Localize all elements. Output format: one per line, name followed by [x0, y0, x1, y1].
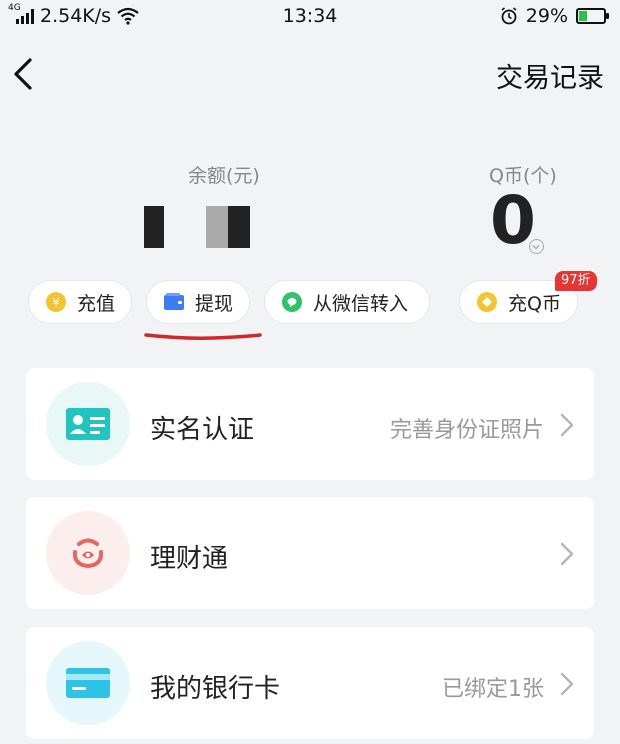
svg-text:¥: ¥	[52, 296, 60, 310]
list-item-detail: 已绑定1张	[442, 677, 544, 702]
id-card-icon-circle	[46, 382, 130, 466]
transaction-history-link[interactable]: 交易记录	[496, 56, 604, 95]
recharge-button[interactable]: ¥ 充值	[28, 280, 132, 324]
battery-icon	[576, 8, 609, 24]
redaction-block	[228, 206, 250, 248]
list-item-real-name-verification[interactable]: 实名认证 完善身份证照片	[26, 368, 594, 480]
recharge-label: 充值	[77, 292, 116, 315]
wechat-pay-icon	[282, 292, 302, 312]
list-item-title: 理财通	[150, 544, 229, 574]
yuan-coin-icon: ¥	[46, 292, 66, 312]
qcoin-icon	[477, 292, 497, 312]
back-button[interactable]	[8, 52, 44, 96]
wechat-transfer-label: 从微信转入	[313, 292, 409, 315]
list-item-title: 我的银行卡	[150, 674, 281, 704]
battery-level	[579, 11, 587, 21]
withdraw-label: 提现	[195, 292, 234, 315]
annotation-underline	[144, 333, 262, 340]
withdraw-button[interactable]: 提现	[146, 280, 250, 324]
wallet-icon	[164, 293, 184, 310]
chevron-right-icon	[560, 413, 574, 437]
balance-label: 余额(元)	[188, 165, 260, 187]
status-bar: 4G 2.54K/s 13:34 29%	[0, 0, 620, 34]
battery-percent: 29%	[525, 5, 568, 27]
redaction-block	[206, 206, 228, 248]
list-item-wealth-management[interactable]: 理财通	[26, 497, 594, 609]
buy-qcoin-label: 充Q币	[508, 292, 561, 315]
list-item-title: 实名认证	[150, 415, 255, 445]
wechat-transfer-button[interactable]: 从微信转入	[264, 280, 430, 324]
redaction-block	[144, 206, 164, 248]
chevron-right-icon	[560, 542, 574, 566]
list-item-detail: 完善身份证照片	[389, 418, 544, 443]
chevron-right-icon	[560, 672, 574, 696]
bank-card-icon-circle	[46, 641, 130, 725]
balance-value-redacted	[144, 206, 250, 248]
chevron-down-icon[interactable]	[529, 239, 544, 254]
chevron-left-icon	[14, 58, 32, 90]
id-card-icon	[66, 408, 110, 440]
list-item-my-bank-cards[interactable]: 我的银行卡 已绑定1张	[26, 627, 594, 739]
discount-badge: 97折	[555, 271, 597, 291]
alarm-icon	[501, 7, 517, 25]
wealth-icon-circle	[46, 511, 130, 595]
wealth-icon	[72, 538, 104, 569]
status-right: 29%	[500, 5, 609, 27]
bank-card-icon	[66, 668, 110, 698]
